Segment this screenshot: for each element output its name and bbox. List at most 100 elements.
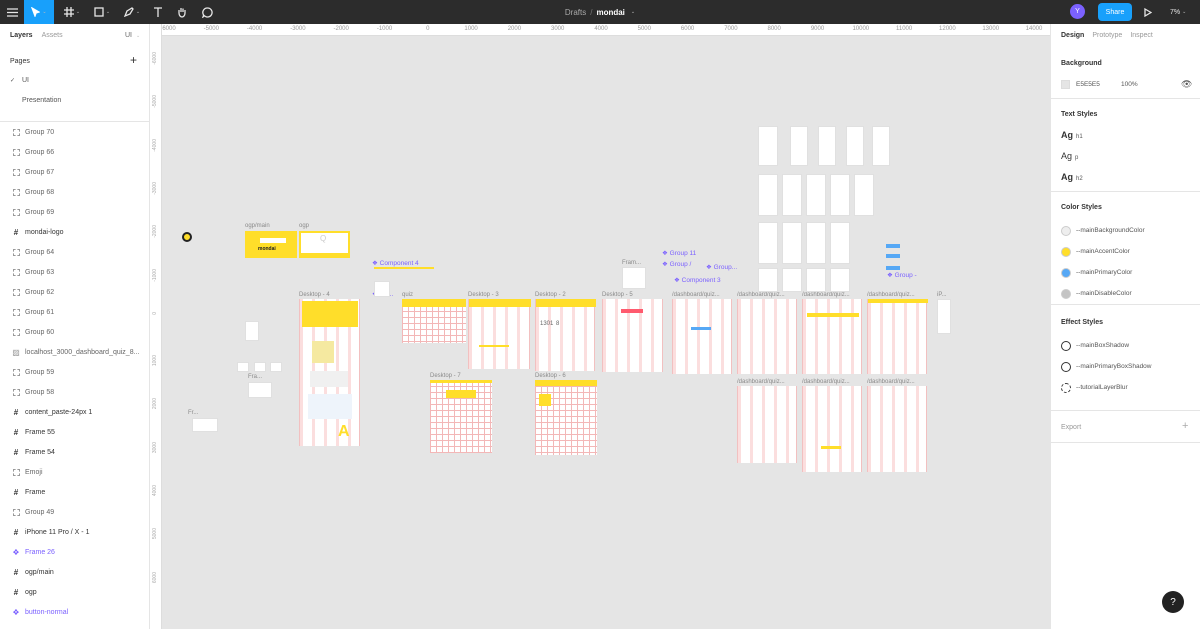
dashboard-7-frame[interactable] xyxy=(867,386,927,472)
frame-label-desktop-4[interactable]: Desktop - 4 xyxy=(299,292,330,298)
add-page-icon[interactable]: + xyxy=(130,54,137,66)
desktop-7-frame[interactable] xyxy=(430,380,492,453)
ogp-frame[interactable]: Q xyxy=(299,231,350,258)
tab-assets[interactable]: Assets xyxy=(42,32,63,39)
layer-item[interactable]: Group 63 xyxy=(0,262,150,282)
frame-label-dashboard-3[interactable]: /dashboard/quiz... xyxy=(802,292,850,298)
color-style-name[interactable]: --mainBackgroundColor xyxy=(1076,227,1145,234)
layer-item[interactable]: # Frame 54 xyxy=(0,442,150,462)
mobile-mock[interactable] xyxy=(806,174,826,216)
frame-label-dashboard-6[interactable]: /dashboard/quiz... xyxy=(802,379,850,385)
button-component[interactable] xyxy=(886,266,900,270)
tab-design[interactable]: Design xyxy=(1061,32,1084,39)
frame-label-ogp-main[interactable]: ogp/main xyxy=(245,223,270,229)
layer-item[interactable]: Group 60 xyxy=(0,322,150,342)
layer-item[interactable]: # mondai-logo xyxy=(0,222,150,242)
mobile-mock[interactable] xyxy=(758,268,778,292)
frame-label-dashboard-1[interactable]: /dashboard/quiz... xyxy=(672,292,720,298)
layer-item[interactable]: Group 70 xyxy=(0,122,150,142)
add-export-icon[interactable]: + xyxy=(1182,420,1188,432)
mobile-mock[interactable] xyxy=(872,126,890,166)
mobile-mock[interactable] xyxy=(782,222,802,264)
layer-item[interactable]: Group 59 xyxy=(0,362,150,382)
avatar[interactable]: Y xyxy=(1070,4,1085,19)
color-style-name[interactable]: --mainAccentColor xyxy=(1076,248,1130,255)
color-swatch[interactable] xyxy=(1061,289,1071,299)
color-swatch[interactable] xyxy=(1061,226,1071,236)
mobile-mock[interactable] xyxy=(830,268,850,292)
frame-label-ogp[interactable]: ogp xyxy=(299,223,309,229)
mobile-mock[interactable] xyxy=(782,268,802,292)
small-frame[interactable] xyxy=(270,362,282,372)
mobile-mock[interactable] xyxy=(806,268,826,292)
desktop-6-frame[interactable] xyxy=(535,380,597,455)
component-4-label[interactable]: ❖ Component 4 xyxy=(372,259,419,267)
small-frame[interactable] xyxy=(622,267,646,289)
background-opacity[interactable]: 100% xyxy=(1121,81,1138,88)
mobile-mock[interactable] xyxy=(782,174,802,216)
color-swatch[interactable] xyxy=(1061,247,1071,257)
group-dots-label[interactable]: ❖ Group... xyxy=(706,263,737,271)
iphone-frame[interactable] xyxy=(937,299,951,334)
group-slash-label[interactable]: ❖ Group / xyxy=(662,260,691,268)
zoom-dropdown[interactable]: 7% ⌄ xyxy=(1170,0,1186,24)
frame-label-dashboard-5[interactable]: /dashboard/quiz... xyxy=(737,379,785,385)
frame-label-ip[interactable]: iP... xyxy=(937,292,947,298)
mobile-mock[interactable] xyxy=(758,126,778,166)
page-selector[interactable]: UI ⌄ xyxy=(125,32,140,39)
quiz-frame[interactable] xyxy=(402,299,466,343)
mobile-mock[interactable] xyxy=(806,222,826,264)
color-style-name[interactable]: --mainDisableColor xyxy=(1076,290,1132,297)
layer-item[interactable]: # iPhone 11 Pro / X - 1 xyxy=(0,522,150,542)
layer-item[interactable]: # Frame xyxy=(0,482,150,502)
component-3-label[interactable]: ❖ Component 3 xyxy=(674,276,721,284)
frame-label-desktop-5[interactable]: Desktop - 5 xyxy=(602,292,633,298)
layer-item[interactable]: Group 49 xyxy=(0,502,150,522)
layer-item[interactable]: # ogp/main xyxy=(0,562,150,582)
frame-label-dashboard-4[interactable]: /dashboard/quiz... xyxy=(867,292,915,298)
mondai-logo[interactable] xyxy=(182,232,192,242)
layer-item[interactable]: Emoji xyxy=(0,462,150,482)
mobile-mock[interactable] xyxy=(758,174,778,216)
tab-prototype[interactable]: Prototype xyxy=(1092,32,1122,39)
text-style-item[interactable]: Ag h2 xyxy=(1061,172,1083,182)
small-frame[interactable] xyxy=(245,321,259,341)
layer-item[interactable]: Group 69 xyxy=(0,202,150,222)
layer-item[interactable]: ❖ button-normal xyxy=(0,602,150,622)
eye-icon[interactable]: 👁 xyxy=(1181,79,1192,90)
mobile-mock[interactable] xyxy=(830,222,850,264)
button-component[interactable] xyxy=(886,254,900,258)
breadcrumb-drafts[interactable]: Drafts xyxy=(565,8,586,17)
layer-item[interactable]: # Frame 55 xyxy=(0,422,150,442)
present-button[interactable] xyxy=(1140,0,1156,24)
file-menu-chevron-icon[interactable]: ⌄ xyxy=(631,9,635,15)
desktop-2-frame[interactable]: 1301 8 xyxy=(535,299,596,371)
frame-label-dashboard-7[interactable]: /dashboard/quiz... xyxy=(867,379,915,385)
frame-label-desktop-6[interactable]: Desktop - 6 xyxy=(535,373,566,379)
text-style-item[interactable]: Ag p xyxy=(1061,151,1078,161)
color-swatch[interactable] xyxy=(1061,268,1071,278)
mobile-mock[interactable] xyxy=(790,126,808,166)
mobile-mock[interactable] xyxy=(818,126,836,166)
small-frame[interactable] xyxy=(248,382,272,398)
small-frame[interactable] xyxy=(374,281,390,297)
frame-label-desktop-7[interactable]: Desktop - 7 xyxy=(430,373,461,379)
effect-style-name[interactable]: --mainBoxShadow xyxy=(1076,342,1129,349)
frame-label-quiz[interactable]: quiz xyxy=(402,292,413,298)
layer-item[interactable]: Group 61 xyxy=(0,302,150,322)
dashboard-1-frame[interactable] xyxy=(672,299,732,374)
small-frame[interactable] xyxy=(254,362,266,372)
group-dash-label[interactable]: ❖ Group - xyxy=(887,271,917,279)
layer-item[interactable]: # content_paste-24px 1 xyxy=(0,402,150,422)
mobile-mock[interactable] xyxy=(830,174,850,216)
ogp-main-frame[interactable]: mondai xyxy=(245,231,297,258)
dashboard-6-frame[interactable] xyxy=(802,386,862,472)
layer-item[interactable]: Group 62 xyxy=(0,282,150,302)
canvas[interactable]: -6000 -5000 -4000 -3000 -2000 -1000 0 1000 2000 3… xyxy=(150,24,1050,629)
frame-label-small[interactable]: Fram... xyxy=(622,260,641,266)
background-hex[interactable]: E5E5E5 xyxy=(1076,81,1100,88)
frame-label-dashboard-2[interactable]: /dashboard/quiz... xyxy=(737,292,785,298)
layer-item[interactable]: Group 58 xyxy=(0,382,150,402)
color-style-name[interactable]: --mainPrimaryColor xyxy=(1076,269,1132,276)
frame-label-fra[interactable]: Fra... xyxy=(248,374,262,380)
